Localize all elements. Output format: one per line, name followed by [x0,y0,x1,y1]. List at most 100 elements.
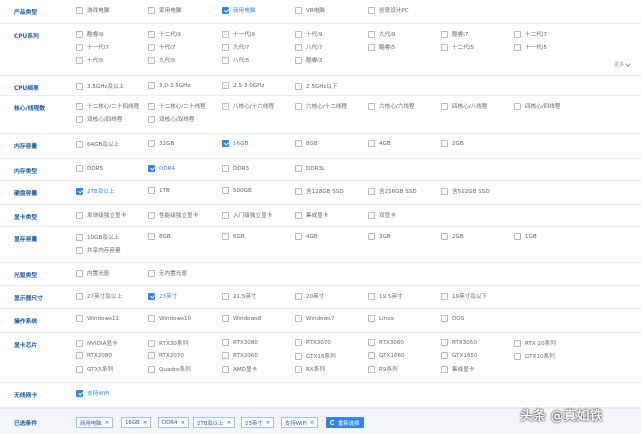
checkbox-icon[interactable] [222,165,229,172]
filter-option[interactable]: 含512GB SSD [441,187,490,195]
filter-option[interactable]: 九代i9 [368,30,395,38]
checkbox-icon[interactable] [368,187,375,195]
checkbox-icon[interactable] [368,211,375,219]
checkbox-icon[interactable] [148,187,155,194]
filter-option[interactable]: 九代i5 [148,56,175,64]
checkbox-icon[interactable] [148,352,155,359]
checkbox-icon[interactable] [222,233,229,240]
checkbox-icon[interactable] [76,43,83,51]
filter-option[interactable]: GTX16系列 [295,352,336,360]
checkbox-icon[interactable] [148,30,155,38]
filter-option[interactable]: 3GB [368,233,391,240]
filter-option[interactable]: DDR3 [222,165,249,172]
filter-option[interactable]: 含128GB SSD [295,187,344,195]
filter-option[interactable]: 十代i7 [148,43,175,51]
filter-option[interactable]: 十二代i7 [514,30,547,38]
checkbox-icon[interactable] [222,43,229,51]
checkbox-icon[interactable] [295,30,302,38]
filter-option[interactable]: 2GB [441,233,464,240]
checkbox-icon[interactable] [76,246,83,254]
checkbox-icon[interactable] [148,6,155,14]
filter-option[interactable]: 十代i9 [295,30,322,38]
checkbox-icon[interactable] [76,352,83,359]
filter-option[interactable]: 集成显卡 [295,211,328,219]
filter-option[interactable]: 8GB [148,233,171,240]
checkbox-icon[interactable] [148,315,155,322]
checkbox-checked-icon[interactable] [148,292,155,300]
filter-option[interactable]: 8GB [295,140,318,147]
filter-option[interactable]: DDR4 [148,165,175,172]
close-icon[interactable]: × [180,420,185,426]
filter-option[interactable]: 共享内存容量 [76,246,121,254]
filter-option[interactable]: Quadro系列 [148,365,191,373]
filter-option[interactable]: RTX2080 [76,352,112,359]
filter-option[interactable]: 九代i7 [222,43,249,51]
checkbox-icon[interactable] [441,30,448,38]
checkbox-icon[interactable] [222,339,229,346]
checkbox-icon[interactable] [295,292,302,300]
checkbox-icon[interactable] [295,102,302,110]
checkbox-icon[interactable] [295,6,302,14]
filter-option[interactable]: 2.5-3.0GHz [222,82,264,89]
filter-option[interactable]: 创意设计PC [368,6,409,14]
selected-chip[interactable]: 支持WiFi × [281,417,319,428]
checkbox-icon[interactable] [76,233,83,241]
checkbox-icon[interactable] [222,102,229,110]
filter-option[interactable]: 含256GB SSD [368,187,417,195]
checkbox-icon[interactable] [441,140,448,147]
checkbox-icon[interactable] [295,315,302,322]
filter-option[interactable]: 2.5GHz以下 [295,82,338,90]
selected-chip[interactable]: 16GB × [121,417,152,428]
checkbox-icon[interactable] [441,315,448,322]
checkbox-icon[interactable] [222,82,229,89]
checkbox-icon[interactable] [514,233,521,240]
checkbox-icon[interactable] [148,102,155,110]
filter-option[interactable]: RTX2060 [222,352,258,359]
checkbox-icon[interactable] [295,82,302,90]
checkbox-icon[interactable] [222,56,229,64]
filter-option[interactable]: 酷睿i9 [76,30,103,38]
filter-option[interactable]: 酷睿i5 [368,43,395,51]
selected-chip[interactable]: 2TB及以上 × [193,417,236,428]
reset-button[interactable]: 重新选择 [326,417,364,428]
checkbox-icon[interactable] [76,115,83,123]
checkbox-icon[interactable] [441,339,448,346]
checkbox-checked-icon[interactable] [222,140,229,147]
checkbox-icon[interactable] [148,56,155,64]
filter-option[interactable]: 发烧级独立显卡 [76,211,126,219]
checkbox-icon[interactable] [76,82,83,90]
filter-option[interactable]: 酷睿i7 [441,30,468,38]
checkbox-icon[interactable] [368,102,375,110]
close-icon[interactable]: × [105,420,110,426]
filter-option[interactable]: 支持WiFi [76,389,110,397]
filter-option[interactable]: 十代i5 [76,56,103,64]
filter-option[interactable]: R9系列 [368,365,398,373]
checkbox-icon[interactable] [441,187,448,195]
checkbox-icon[interactable] [148,211,155,219]
checkbox-icon[interactable] [76,339,83,347]
checkbox-icon[interactable] [76,315,83,322]
filter-option[interactable]: 2GB [441,140,464,147]
filter-option[interactable]: 集成显卡 [441,365,474,373]
filter-option[interactable]: 性能级独立显卡 [148,211,198,219]
filter-option[interactable]: GTX5系列 [76,365,113,373]
checkbox-icon[interactable] [514,30,521,38]
selected-chip[interactable]: DDR4 × [158,417,190,428]
checkbox-checked-icon[interactable] [76,187,83,195]
filter-option[interactable]: 10GB及以上 [76,233,119,241]
checkbox-icon[interactable] [368,352,375,359]
checkbox-icon[interactable] [222,187,229,194]
filter-option[interactable]: Windows11 [76,315,119,322]
checkbox-icon[interactable] [441,365,448,373]
filter-option[interactable]: 十二代i9 [148,30,181,38]
checkbox-icon[interactable] [295,211,302,219]
filter-option[interactable]: 2TB及以上 [76,187,115,195]
filter-option[interactable]: 500GB [222,187,252,194]
filter-option[interactable]: DDR5 [76,165,103,172]
checkbox-icon[interactable] [368,365,375,373]
checkbox-icon[interactable] [76,165,83,172]
checkbox-icon[interactable] [76,292,83,300]
filter-option[interactable]: VR电脑 [295,6,325,14]
checkbox-icon[interactable] [368,315,375,322]
filter-option[interactable]: 双显卡 [368,211,396,219]
